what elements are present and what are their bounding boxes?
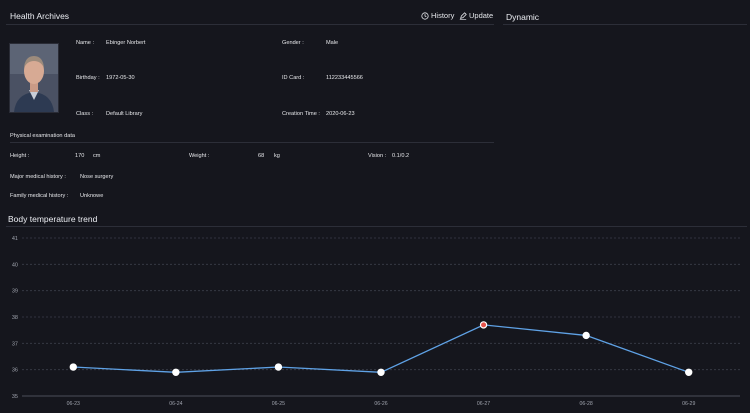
major-history-label: Major medical history :: [10, 174, 66, 180]
history-label: History: [431, 11, 455, 20]
weight-value: 68: [258, 153, 265, 159]
update-button[interactable]: Update: [459, 11, 493, 20]
y-tick-label: 40: [12, 262, 18, 268]
major-history-value: Nose surgery: [80, 174, 114, 180]
temperature-chart: 35 36 37 38 39 40 41 06-23 06-24 06-25 06-26 06-27 0…: [12, 236, 740, 407]
height-label: Height :: [10, 153, 30, 159]
birthday-value: 1972-05-30: [106, 75, 135, 81]
gender-value: Male: [326, 40, 339, 46]
data-point: [69, 363, 77, 371]
height-value: 170: [75, 153, 85, 159]
header-divider: [6, 24, 494, 25]
exam-section-title: Physical examination data: [10, 133, 75, 139]
temperature-series-line: [73, 324, 689, 373]
birthday-label: Birthday :: [76, 75, 100, 81]
weight-label: Weight :: [189, 153, 210, 159]
y-tick-label: 37: [12, 341, 18, 347]
y-tick-label: 38: [12, 315, 18, 321]
clock-icon: [421, 11, 429, 20]
creation-time-value: 2020-06-23: [326, 111, 355, 117]
x-tick-label: 06-26: [374, 401, 387, 407]
data-point: [582, 331, 590, 340]
update-label: Update: [469, 11, 494, 20]
family-history-label: Family medical history :: [10, 193, 69, 199]
class-value: Default Library: [106, 111, 143, 117]
avatar: [9, 43, 59, 113]
x-tick-label: 06-28: [580, 401, 593, 407]
vision-value: 0.1/0.2: [392, 153, 410, 159]
history-button[interactable]: History: [421, 11, 454, 20]
data-point: [685, 368, 693, 376]
x-tick-label: 06-23: [67, 401, 80, 407]
y-tick-label: 41: [12, 236, 18, 242]
page-title: Health Archives: [10, 11, 70, 21]
weight-unit: kg: [274, 153, 280, 159]
edit-icon: [459, 11, 467, 20]
height-unit: cm: [93, 153, 101, 159]
data-point: [377, 368, 385, 376]
gender-label: Gender :: [282, 40, 304, 46]
y-tick-label: 35: [12, 394, 18, 400]
exam-divider: [10, 142, 494, 143]
y-tick-label: 36: [12, 368, 18, 374]
data-point: [274, 363, 283, 371]
family-history-value: Unknowe: [80, 193, 104, 199]
name-label: Name :: [76, 40, 95, 46]
dynamic-divider: [503, 24, 747, 25]
x-tick-label: 06-25: [272, 401, 285, 407]
id-card-value: 112233445566: [326, 75, 363, 81]
chart-title: Body temperature trend: [8, 214, 98, 224]
vision-label: Vision :: [368, 153, 387, 159]
chart-divider: [6, 226, 747, 227]
x-tick-label: 06-27: [477, 401, 490, 407]
x-tick-label: 06-24: [169, 401, 182, 407]
data-point: [479, 321, 488, 329]
dynamic-title: Dynamic: [506, 12, 540, 22]
creation-time-label: Creation Time :: [282, 111, 320, 117]
id-card-label: ID Card :: [282, 75, 305, 81]
data-point: [172, 368, 180, 376]
name-value: Ebinger Norbert: [106, 40, 146, 46]
class-label: Class :: [76, 111, 94, 117]
y-tick-label: 39: [12, 289, 18, 295]
x-tick-label: 06-29: [682, 401, 695, 407]
